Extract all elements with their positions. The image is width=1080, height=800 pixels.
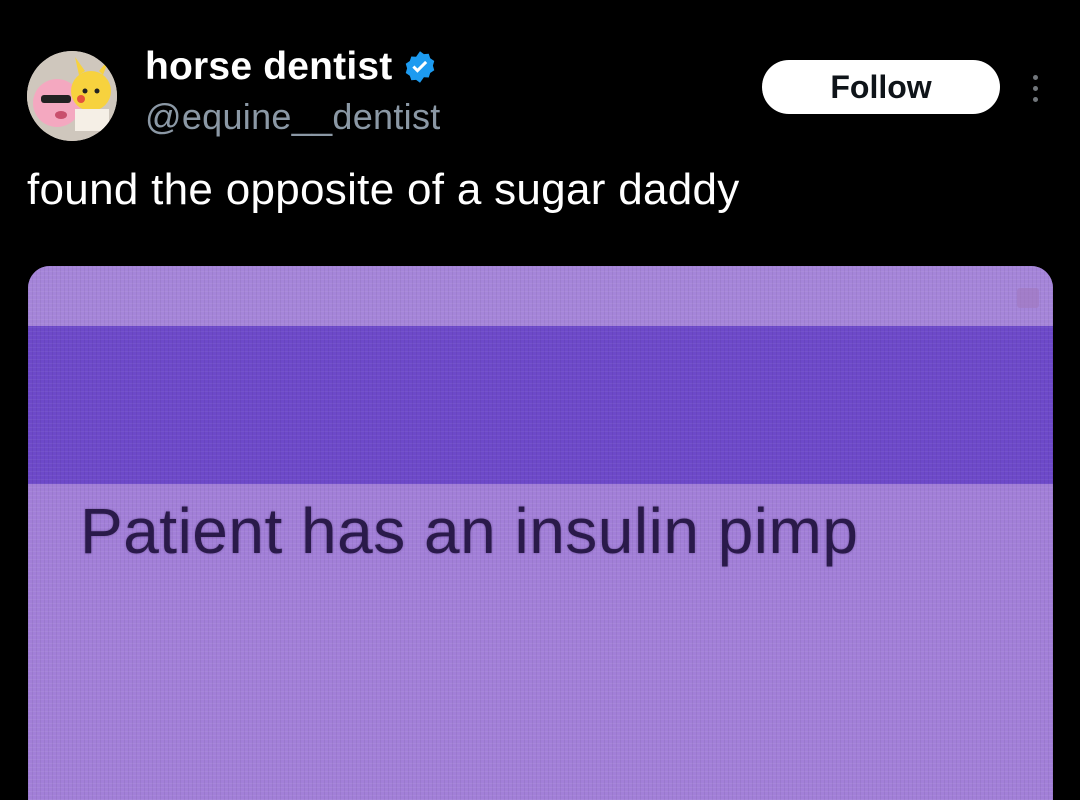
author-handle[interactable]: @equine__dentist — [145, 96, 441, 138]
more-vertical-icon[interactable] — [1020, 66, 1050, 110]
media-corner-mark — [1017, 288, 1039, 308]
dot — [1032, 74, 1038, 80]
tweet-text: found the opposite of a sugar daddy — [27, 165, 740, 214]
author-name-row: horse dentist — [145, 42, 438, 92]
dot — [1032, 85, 1038, 91]
verified-badge-icon — [402, 49, 438, 85]
avatar[interactable] — [27, 51, 117, 141]
follow-button[interactable]: Follow — [762, 60, 1000, 114]
media-caption-text: Patient has an insulin pimp — [80, 495, 859, 567]
avatar-image — [27, 51, 117, 141]
dot — [1032, 96, 1038, 102]
tweet-media-image[interactable]: Patient has an insulin pimp — [28, 266, 1053, 800]
tweet-card: horse dentist @equine__dentist Follow fo… — [0, 0, 1080, 800]
author-display-name[interactable]: horse dentist — [145, 45, 392, 89]
